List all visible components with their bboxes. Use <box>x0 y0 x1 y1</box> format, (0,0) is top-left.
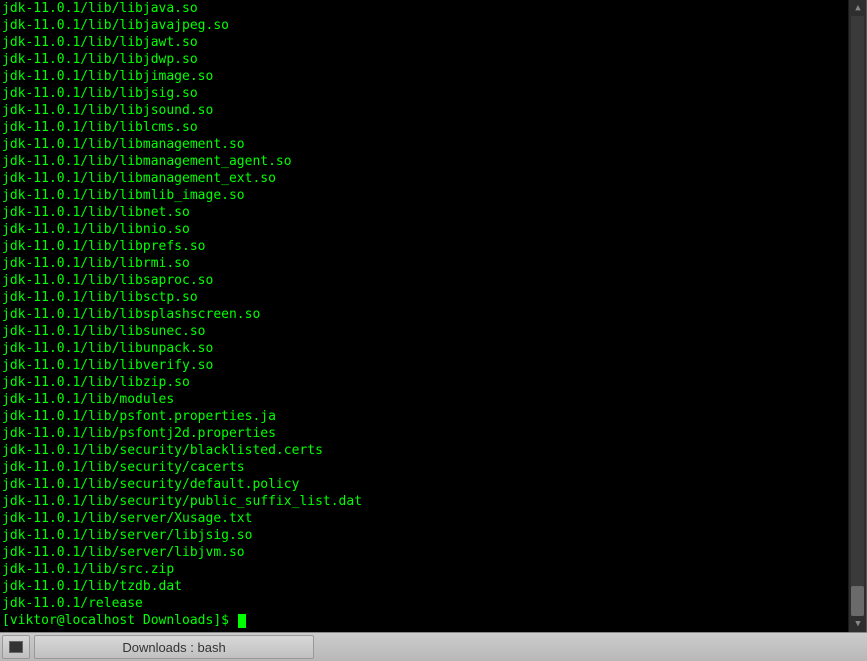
output-line: jdk-11.0.1/lib/src.zip <box>2 561 864 578</box>
output-line: jdk-11.0.1/lib/libjawt.so <box>2 34 864 51</box>
output-line: jdk-11.0.1/lib/libjava.so <box>2 0 864 17</box>
scrollbar-track[interactable] <box>851 16 864 616</box>
output-line: jdk-11.0.1/lib/librmi.so <box>2 255 864 272</box>
output-line: jdk-11.0.1/lib/libjdwp.so <box>2 51 864 68</box>
taskbar-app-button[interactable]: Downloads : bash <box>34 635 314 659</box>
output-line: jdk-11.0.1/lib/libmanagement_agent.so <box>2 153 864 170</box>
output-line: jdk-11.0.1/lib/libsctp.so <box>2 289 864 306</box>
terminal-window[interactable]: jdk-11.0.1/lib/libjava.sojdk-11.0.1/lib/… <box>0 0 867 632</box>
output-line: jdk-11.0.1/lib/libsplashscreen.so <box>2 306 864 323</box>
output-line: jdk-11.0.1/lib/tzdb.dat <box>2 578 864 595</box>
output-line: jdk-11.0.1/lib/libsaproc.so <box>2 272 864 289</box>
output-line: jdk-11.0.1/lib/libmanagement.so <box>2 136 864 153</box>
output-line: jdk-11.0.1/lib/libnet.so <box>2 204 864 221</box>
output-line: jdk-11.0.1/lib/security/blacklisted.cert… <box>2 442 864 459</box>
output-line: jdk-11.0.1/lib/libjimage.so <box>2 68 864 85</box>
output-line: jdk-11.0.1/lib/libjsound.so <box>2 102 864 119</box>
output-line: jdk-11.0.1/lib/server/libjvm.so <box>2 544 864 561</box>
taskbar: Downloads : bash <box>0 632 867 661</box>
output-line: jdk-11.0.1/lib/libverify.so <box>2 357 864 374</box>
output-line: jdk-11.0.1/lib/security/cacerts <box>2 459 864 476</box>
terminal-output: jdk-11.0.1/lib/libjava.sojdk-11.0.1/lib/… <box>0 0 866 629</box>
output-line: jdk-11.0.1/lib/libnio.so <box>2 221 864 238</box>
scroll-down-arrow[interactable]: ▼ <box>849 616 867 632</box>
output-line: jdk-11.0.1/lib/libmlib_image.so <box>2 187 864 204</box>
output-line: jdk-11.0.1/lib/libzip.so <box>2 374 864 391</box>
terminal-scrollbar[interactable]: ▲ ▼ <box>848 0 866 632</box>
output-line: jdk-11.0.1/lib/liblcms.so <box>2 119 864 136</box>
output-line: jdk-11.0.1/lib/server/Xusage.txt <box>2 510 864 527</box>
cursor-icon <box>238 614 246 628</box>
scrollbar-thumb[interactable] <box>851 586 864 616</box>
output-line: jdk-11.0.1/lib/security/default.policy <box>2 476 864 493</box>
output-line: jdk-11.0.1/lib/libunpack.so <box>2 340 864 357</box>
output-line: jdk-11.0.1/lib/libjsig.so <box>2 85 864 102</box>
output-line: jdk-11.0.1/lib/libprefs.so <box>2 238 864 255</box>
output-line: jdk-11.0.1/lib/server/libjsig.so <box>2 527 864 544</box>
output-line: jdk-11.0.1/release <box>2 595 864 612</box>
taskbar-menu-button[interactable] <box>2 635 30 659</box>
output-line: jdk-11.0.1/lib/libmanagement_ext.so <box>2 170 864 187</box>
output-line: jdk-11.0.1/lib/libjavajpeg.so <box>2 17 864 34</box>
prompt-line[interactable]: [viktor@localhost Downloads]$ <box>2 612 864 629</box>
terminal-icon <box>9 641 23 653</box>
output-line: jdk-11.0.1/lib/psfontj2d.properties <box>2 425 864 442</box>
output-line: jdk-11.0.1/lib/modules <box>2 391 864 408</box>
shell-prompt: [viktor@localhost Downloads]$ <box>2 612 237 629</box>
output-line: jdk-11.0.1/lib/psfont.properties.ja <box>2 408 864 425</box>
taskbar-app-title: Downloads : bash <box>122 639 225 656</box>
output-line: jdk-11.0.1/lib/libsunec.so <box>2 323 864 340</box>
output-line: jdk-11.0.1/lib/security/public_suffix_li… <box>2 493 864 510</box>
scroll-up-arrow[interactable]: ▲ <box>849 0 867 16</box>
